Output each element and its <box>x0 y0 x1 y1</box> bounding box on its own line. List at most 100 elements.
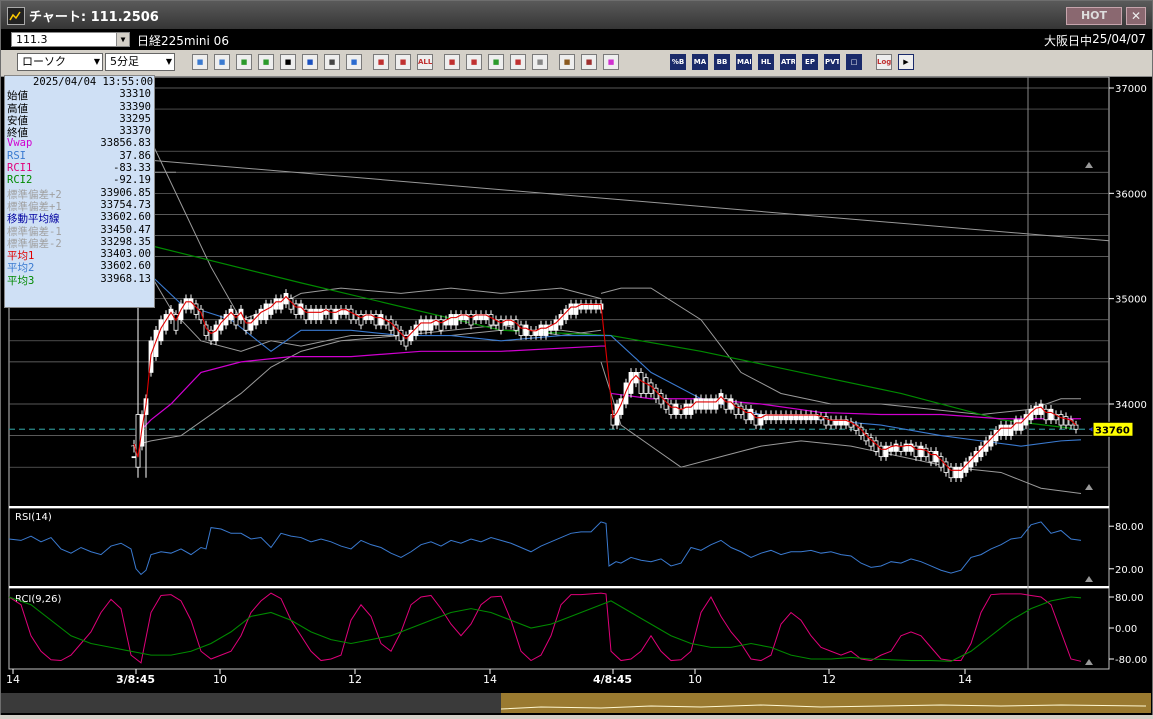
pen-icon[interactable]: ■ <box>236 54 252 70</box>
data-panel-row: 高値 33390 <box>5 100 154 115</box>
time-tick-label: 4/8:45 <box>593 673 632 686</box>
trade-date: 25/04/07 <box>1092 32 1146 46</box>
time-scrollbar-svg[interactable] <box>1 691 1152 715</box>
data-panel-row: 標準偏差+2 33906.85 <box>5 187 154 201</box>
chart-type-value: ローソク <box>22 55 66 68</box>
pointer-icon[interactable]: ■ <box>302 54 318 70</box>
time-tick-label: 14 <box>6 673 20 686</box>
candle <box>623 382 629 405</box>
trash-icon[interactable]: ■ <box>346 54 362 70</box>
time-tick-label: 14 <box>483 673 497 686</box>
data-panel-value: 33390 <box>119 100 151 113</box>
zoom-icon[interactable]: ■ <box>466 54 482 70</box>
line-icon[interactable]: ■ <box>258 54 274 70</box>
grid-icon[interactable]: ■ <box>214 54 230 70</box>
candle <box>448 314 454 326</box>
data-panel-value: 33310 <box>119 88 151 101</box>
indicator-button[interactable]: MAE <box>736 54 752 70</box>
toolbar: ローソク ▼ 5分足 ▼ ■ ■ ■ ■ ■ ■ ■ ■ ■ ■ ALL ■ ■ ■ ■ ■ ■ ■ ■ %B MA BB MA… <box>1 50 1152 77</box>
candle <box>153 329 159 357</box>
tools-icon[interactable]: ■ <box>581 54 597 70</box>
data-panel-row: RCI2 -92.19 <box>5 174 154 186</box>
cursor-icon[interactable]: ■ <box>280 54 296 70</box>
chart-area[interactable]: 37000 36000 35000 34000 33760 RSI(14) 80.00 20.… <box>1 76 1152 693</box>
candle <box>158 319 164 342</box>
rsi-panel[interactable] <box>8 507 1110 588</box>
rsi-panel-label: RSI(14) <box>15 512 52 523</box>
candle-icon[interactable]: ■ <box>373 54 389 70</box>
window-title: チャート: 111.2506 <box>29 10 159 25</box>
clock-icon[interactable]: ■ <box>532 54 548 70</box>
data-panel-value: 33602.60 <box>100 260 151 273</box>
candle <box>428 319 434 331</box>
rci-panel-label: RCI(9,26) <box>15 594 62 605</box>
candle <box>373 314 379 326</box>
data-panel-row: 始値 33310 <box>5 88 154 102</box>
candle <box>243 319 249 331</box>
rci-panel[interactable] <box>8 587 1110 670</box>
current-price-label: 33760 <box>1095 425 1130 436</box>
indicator-button[interactable]: MA <box>692 54 708 70</box>
arrow-icon[interactable]: ■ <box>510 54 526 70</box>
candle <box>488 314 494 326</box>
symbol-dropdown-button[interactable]: ▼ <box>116 32 130 47</box>
candle <box>468 314 474 326</box>
indicator-button[interactable]: PVT <box>824 54 840 70</box>
data-panel-label: RCI2 <box>7 174 33 187</box>
chart-type-select[interactable]: ローソク ▼ <box>17 53 103 71</box>
indicator-button[interactable]: BB <box>714 54 730 70</box>
bar-icon[interactable]: ■ <box>488 54 504 70</box>
candle <box>638 371 644 394</box>
rci-tick-label: -80.00 <box>1115 655 1147 666</box>
page-icon[interactable]: ■ <box>324 54 340 70</box>
compare-icon[interactable]: ■ <box>395 54 411 70</box>
color-icon[interactable]: ■ <box>603 54 619 70</box>
candle <box>573 303 579 315</box>
time-scrollbar[interactable] <box>1 691 1152 715</box>
candle <box>131 456 137 459</box>
exit-icon[interactable]: ▶ <box>898 54 914 70</box>
indicator-button[interactable]: □ <box>846 54 862 70</box>
data-panel-row: RCI1 -83.33 <box>5 162 154 174</box>
interval-select[interactable]: 5分足 ▼ <box>105 53 175 71</box>
candle <box>135 414 141 468</box>
price-panel[interactable] <box>8 76 1110 508</box>
time-tick-label: 14 <box>958 673 972 686</box>
scroll-track[interactable] <box>1 693 501 713</box>
data-panel-value: 33295 <box>119 112 151 125</box>
symbol-input[interactable]: 111.3 <box>11 32 117 47</box>
datetime-value: 2025/04/04 13:55:00 <box>33 76 154 88</box>
app-icon <box>7 7 25 25</box>
candle <box>348 308 354 321</box>
search-icon[interactable]: ■ <box>192 54 208 70</box>
indicator-button[interactable]: HL <box>758 54 774 70</box>
candle <box>438 319 444 331</box>
scroll-thumb[interactable] <box>501 693 1151 713</box>
toolbar-button-all[interactable]: ALL <box>417 54 433 70</box>
market-name: 大阪日中 <box>1043 34 1092 48</box>
data-panel: 2025/04/04 13:55:00 始値 33310 高値 33390 安値 3329… <box>4 75 155 308</box>
data-panel-row: 平均3 33968.13 <box>5 273 154 287</box>
candle <box>328 308 334 321</box>
data-panel-row: RSI 37.86 <box>5 150 154 162</box>
candle <box>378 314 384 326</box>
data-panel-value: -92.19 <box>113 174 151 187</box>
indicator-button[interactable]: %B <box>670 54 686 70</box>
title-bar[interactable]: チャート: 111.2506 HOT ✕ <box>1 1 1152 29</box>
marker-icon[interactable]: ■ <box>444 54 460 70</box>
candle <box>683 403 689 415</box>
rci-tick-label: 80.00 <box>1115 593 1144 604</box>
price-chart-svg[interactable]: 37000 36000 35000 34000 33760 RSI(14) 80.00 20.… <box>1 76 1152 693</box>
indicator-button[interactable]: EP <box>802 54 818 70</box>
candle <box>883 445 889 458</box>
hot-button[interactable]: HOT <box>1066 7 1122 25</box>
chevron-down-icon: ▼ <box>93 57 100 66</box>
data-panel-label: RSI <box>7 149 26 162</box>
indicator-button[interactable]: ATR <box>780 54 796 70</box>
settings-icon[interactable]: ■ <box>559 54 575 70</box>
candle <box>758 414 764 426</box>
close-button[interactable]: ✕ <box>1126 7 1146 25</box>
indicator-button[interactable]: Log <box>876 54 892 70</box>
data-panel-row: 安値 33295 <box>5 112 154 127</box>
candle <box>673 403 679 415</box>
